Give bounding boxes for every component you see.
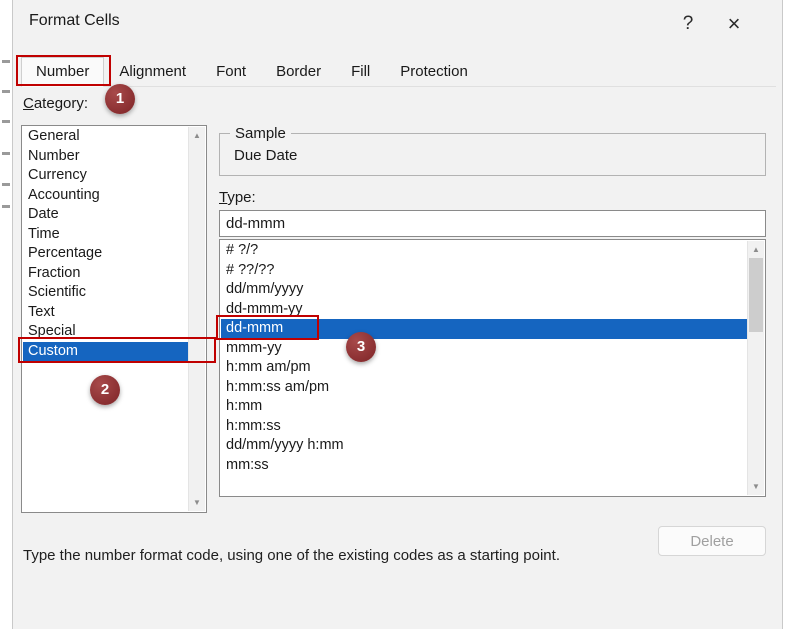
type-item[interactable]: mmm-yy [221, 339, 747, 359]
category-item[interactable]: Percentage [23, 244, 188, 264]
type-item[interactable]: # ?/? [221, 241, 747, 261]
type-item[interactable]: # ??/?? [221, 261, 747, 281]
step-badge-2: 2 [90, 375, 120, 405]
footer-hint: Type the number format code, using one o… [23, 547, 560, 564]
category-scrollbar[interactable]: ▲ ▼ [188, 127, 205, 511]
close-icon[interactable]: × [717, 6, 751, 42]
type-item[interactable]: dd/mm/yyyy [221, 280, 747, 300]
step-badge-1: 1 [105, 84, 135, 114]
edge-artifact [2, 90, 10, 93]
type-item-ddmmm-selected[interactable]: dd-mmm [221, 319, 747, 339]
category-item[interactable]: Time [23, 225, 188, 245]
scrollbar-thumb[interactable] [749, 258, 763, 332]
sample-value: Due Date [234, 147, 298, 164]
edge-artifact [2, 183, 10, 186]
type-listbox: # ?/? # ??/?? dd/mm/yyyy dd-mmm-yy dd-mm… [219, 239, 766, 497]
scroll-down-icon[interactable]: ▼ [189, 494, 205, 511]
type-scrollbar[interactable]: ▲ ▼ [747, 241, 764, 495]
step-badge-3: 3 [346, 332, 376, 362]
sample-groupbox: Sample Due Date [219, 125, 766, 176]
type-item[interactable]: mm:ss [221, 456, 747, 476]
edge-artifact [2, 205, 10, 208]
edge-artifact [2, 120, 10, 123]
category-item[interactable]: Special [23, 322, 188, 342]
category-item[interactable]: Fraction [23, 264, 188, 284]
screen: Format Cells ? × Number Alignment Font B… [0, 0, 788, 629]
tab-alignment[interactable]: Alignment [104, 57, 201, 87]
tab-font[interactable]: Font [201, 57, 261, 87]
category-label: Category: [23, 95, 89, 112]
dialog-title: Format Cells [29, 12, 120, 29]
edge-artifact [2, 60, 10, 63]
help-icon[interactable]: ? [671, 6, 705, 42]
type-item[interactable]: h:mm:ss am/pm [221, 378, 747, 398]
category-item[interactable]: General [23, 127, 188, 147]
edge-artifact [2, 152, 10, 155]
tab-number[interactable]: Number [21, 57, 105, 87]
type-item[interactable]: dd-mmm-yy [221, 300, 747, 320]
type-item[interactable]: h:mm am/pm [221, 358, 747, 378]
tab-fill[interactable]: Fill [336, 57, 385, 87]
category-listbox: General Number Currency Accounting Date … [21, 125, 207, 513]
type-item[interactable]: h:mm [221, 397, 747, 417]
sample-label: Sample [230, 125, 291, 142]
category-item[interactable]: Date [23, 205, 188, 225]
format-cells-dialog: Format Cells ? × Number Alignment Font B… [12, 0, 783, 629]
tab-border[interactable]: Border [261, 57, 336, 87]
scroll-down-icon[interactable]: ▼ [748, 478, 764, 495]
type-item[interactable]: dd/mm/yyyy h:mm [221, 436, 747, 456]
tab-protection[interactable]: Protection [385, 57, 483, 87]
scroll-up-icon[interactable]: ▲ [748, 241, 764, 258]
category-item[interactable]: Currency [23, 166, 188, 186]
type-label: Type: [219, 189, 256, 206]
category-item[interactable]: Scientific [23, 283, 188, 303]
tab-strip: Number Alignment Font Border Fill Protec… [21, 57, 776, 87]
type-input[interactable] [219, 210, 766, 237]
category-item-custom-selected[interactable]: Custom [23, 341, 188, 361]
type-item[interactable]: h:mm:ss [221, 417, 747, 437]
scroll-up-icon[interactable]: ▲ [189, 127, 205, 144]
category-item[interactable]: Accounting [23, 186, 188, 206]
category-item[interactable]: Text [23, 303, 188, 323]
category-item[interactable]: Number [23, 147, 188, 167]
